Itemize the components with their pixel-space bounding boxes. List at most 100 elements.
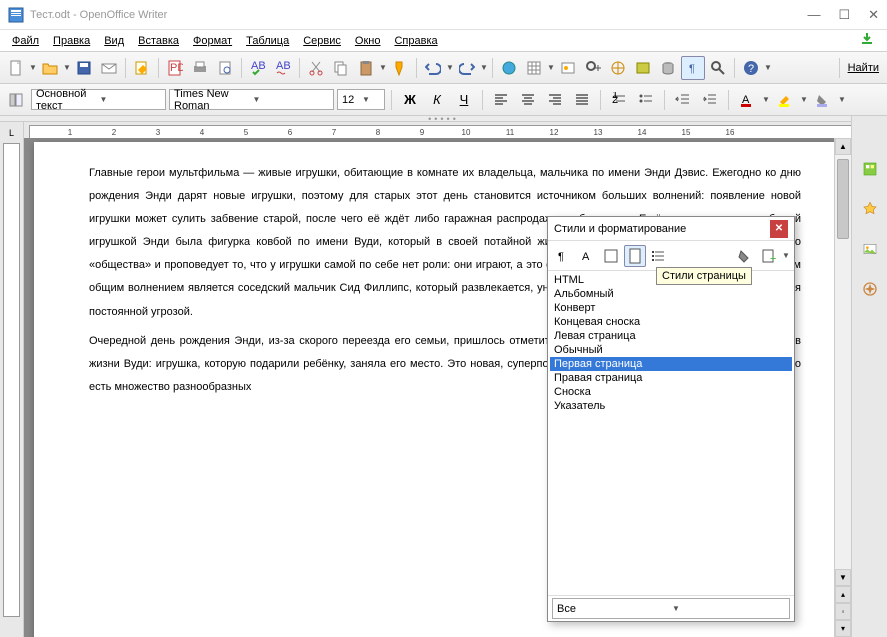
style-list[interactable]: HTMLАльбомныйКонвертКонцевая сноскаЛевая… — [548, 271, 794, 595]
data-sources-button[interactable] — [656, 56, 680, 80]
menu-tools[interactable]: Сервис — [297, 33, 347, 49]
character-styles-button[interactable]: A — [576, 245, 598, 267]
style-list-item[interactable]: Конверт — [550, 301, 792, 315]
sidebar-gallery-icon[interactable] — [857, 236, 883, 262]
scroll-down-button[interactable]: ▼ — [835, 569, 851, 586]
scroll-thumb[interactable] — [837, 159, 849, 239]
nav-select-button[interactable]: ◦ — [835, 603, 851, 620]
nonprinting-button[interactable]: ¶ — [681, 56, 705, 80]
formatting-toolbar: Основной текст▼ Times New Roman▼ 12▼ Ж К… — [0, 84, 887, 116]
style-list-item[interactable]: Указатель — [550, 399, 792, 413]
svg-text:A: A — [582, 251, 590, 263]
svg-text:+: + — [770, 253, 776, 264]
fill-format-button[interactable] — [734, 245, 756, 267]
bold-button[interactable]: Ж — [398, 88, 422, 112]
export-pdf-button[interactable]: PDF — [163, 56, 187, 80]
font-size-combo[interactable]: 12▼ — [337, 89, 385, 110]
paste-button[interactable] — [354, 56, 378, 80]
find-replace-button[interactable] — [581, 56, 605, 80]
styles-window-button[interactable] — [4, 88, 28, 112]
auto-spellcheck-button[interactable]: ABC — [271, 56, 295, 80]
font-color-button[interactable]: A — [735, 88, 759, 112]
sidebar-properties-icon[interactable] — [857, 156, 883, 182]
hyperlink-button[interactable] — [497, 56, 521, 80]
email-button[interactable] — [97, 56, 121, 80]
menu-edit[interactable]: Правка — [47, 33, 96, 49]
underline-button[interactable]: Ч — [452, 88, 476, 112]
decrease-indent-button[interactable] — [671, 88, 695, 112]
preview-button[interactable] — [213, 56, 237, 80]
highlight-button[interactable] — [773, 88, 797, 112]
cut-button[interactable] — [304, 56, 328, 80]
minimize-button[interactable]: — — [807, 7, 820, 23]
italic-button[interactable]: К — [425, 88, 449, 112]
maximize-button[interactable]: ☐ — [838, 7, 850, 23]
prev-page-button[interactable]: ▴ — [835, 586, 851, 603]
vertical-scrollbar[interactable]: ▲ ▼ ▴ ◦ ▾ — [834, 138, 851, 637]
numbering-button[interactable]: 12 — [607, 88, 631, 112]
sidebar-styles-icon[interactable] — [857, 196, 883, 222]
svg-text:¶: ¶ — [558, 251, 564, 263]
background-button[interactable] — [811, 88, 835, 112]
menu-file[interactable]: Файл — [6, 33, 45, 49]
bullets-button[interactable] — [634, 88, 658, 112]
copy-button[interactable] — [329, 56, 353, 80]
menu-bar: Файл Правка Вид Вставка Формат Таблица С… — [0, 30, 887, 52]
align-center-button[interactable] — [516, 88, 540, 112]
paragraph-style-combo[interactable]: Основной текст▼ — [31, 89, 166, 110]
find-label[interactable]: Найти — [844, 62, 883, 74]
align-justify-button[interactable] — [570, 88, 594, 112]
style-filter-combo[interactable]: Все▼ — [552, 598, 790, 619]
new-style-button[interactable]: + — [758, 245, 780, 267]
style-list-item[interactable]: Сноска — [550, 385, 792, 399]
undo-button[interactable] — [421, 56, 445, 80]
close-button[interactable]: ✕ — [868, 7, 879, 23]
style-list-item[interactable]: Правая страница — [550, 371, 792, 385]
increase-indent-button[interactable] — [698, 88, 722, 112]
open-button[interactable] — [38, 56, 62, 80]
gallery-button[interactable] — [631, 56, 655, 80]
menu-insert[interactable]: Вставка — [132, 33, 185, 49]
navigator-button[interactable] — [606, 56, 630, 80]
dialog-titlebar[interactable]: Стили и форматирование ✕ — [548, 217, 794, 241]
format-paintbrush-button[interactable] — [388, 56, 412, 80]
style-list-item[interactable]: Обычный — [550, 343, 792, 357]
scroll-up-button[interactable]: ▲ — [835, 138, 851, 155]
show-draw-button[interactable] — [556, 56, 580, 80]
style-list-item[interactable]: Концевая сноска — [550, 315, 792, 329]
title-bar: Тест.odt - OpenOffice Writer — ☐ ✕ — [0, 0, 887, 30]
menu-view[interactable]: Вид — [98, 33, 130, 49]
menu-window[interactable]: Окно — [349, 33, 387, 49]
save-button[interactable] — [72, 56, 96, 80]
font-name-combo[interactable]: Times New Roman▼ — [169, 89, 334, 110]
window-title: Тест.odt - OpenOffice Writer — [30, 9, 807, 21]
sidebar-navigator-icon[interactable] — [857, 276, 883, 302]
menu-download-icon[interactable] — [853, 29, 881, 52]
print-button[interactable] — [188, 56, 212, 80]
next-page-button[interactable]: ▾ — [835, 620, 851, 637]
menu-help[interactable]: Справка — [388, 33, 443, 49]
new-button[interactable] — [4, 56, 28, 80]
help-button[interactable]: ? — [739, 56, 763, 80]
page-styles-button[interactable] — [624, 245, 646, 267]
frame-styles-button[interactable] — [600, 245, 622, 267]
menu-format[interactable]: Формат — [187, 33, 238, 49]
svg-text:¶: ¶ — [689, 63, 695, 75]
vertical-ruler[interactable] — [0, 138, 24, 637]
align-right-button[interactable] — [543, 88, 567, 112]
style-list-item[interactable]: Альбомный — [550, 287, 792, 301]
table-button[interactable] — [522, 56, 546, 80]
style-list-item[interactable]: Левая страница — [550, 329, 792, 343]
edit-file-button[interactable] — [130, 56, 154, 80]
list-styles-button[interactable] — [648, 245, 670, 267]
svg-text:?: ? — [748, 63, 754, 75]
styles-dialog: Стили и форматирование ✕ ¶ A +▼ Стили ст… — [547, 216, 795, 622]
menu-table[interactable]: Таблица — [240, 33, 295, 49]
dialog-close-button[interactable]: ✕ — [770, 220, 788, 238]
zoom-button[interactable] — [706, 56, 730, 80]
align-left-button[interactable] — [489, 88, 513, 112]
style-list-item[interactable]: Первая страница — [550, 357, 792, 371]
spellcheck-button[interactable]: ABC — [246, 56, 270, 80]
redo-button[interactable] — [455, 56, 479, 80]
paragraph-styles-button[interactable]: ¶ — [552, 245, 574, 267]
